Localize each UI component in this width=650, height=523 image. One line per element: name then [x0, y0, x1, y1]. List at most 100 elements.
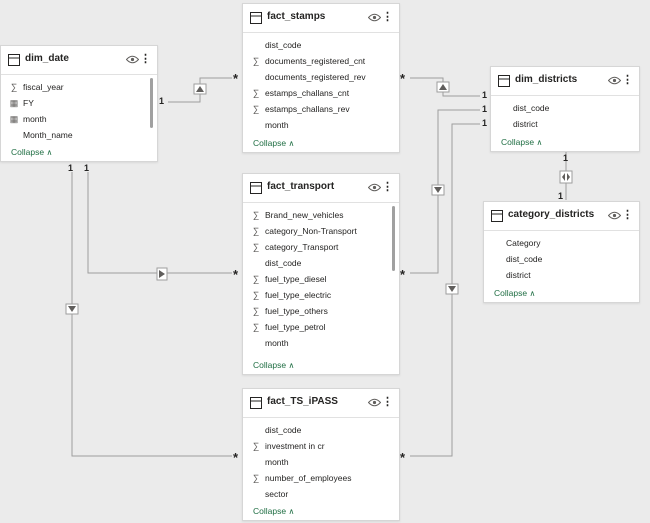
table-card-fact-stamps[interactable]: fact_stamps ⋮ dist_code ∑ documents_regis…: [242, 3, 400, 153]
more-options-icon[interactable]: ⋮: [140, 52, 151, 66]
field-row[interactable]: ▦ FY: [1, 95, 157, 111]
eye-icon[interactable]: [368, 398, 381, 407]
field-list: dist_code district: [491, 96, 639, 132]
model-canvas[interactable]: 1 * * 1 1 1 * * * * 1 1 1 1 dim_date ⋮ ∑…: [0, 0, 650, 523]
field-name: dist_code: [265, 425, 302, 435]
field-name: Brand_new_vehicles: [265, 210, 344, 220]
table-header[interactable]: fact_transport ⋮: [243, 174, 399, 203]
one-mark: 1: [482, 118, 488, 128]
field-row[interactable]: month: [243, 117, 399, 133]
sigma-icon: ∑: [252, 56, 260, 66]
more-options-icon[interactable]: ⋮: [382, 10, 393, 24]
field-row[interactable]: ▦ month: [1, 111, 157, 127]
field-row[interactable]: dist_code: [243, 255, 399, 271]
table-title: fact_transport: [267, 181, 335, 192]
chevron-up-icon: ∧: [536, 138, 543, 147]
table-icon: [250, 397, 262, 409]
field-name: district: [513, 119, 538, 129]
field-row[interactable]: ∑ category_Transport: [243, 239, 399, 255]
field-name: dist_code: [513, 103, 550, 113]
eye-icon[interactable]: [368, 183, 381, 192]
field-row[interactable]: dist_code: [484, 251, 639, 267]
many-mark: *: [233, 267, 239, 282]
one-mark: 1: [68, 163, 74, 173]
field-row[interactable]: documents_registered_rev: [243, 69, 399, 85]
collapse-button[interactable]: Collapse ∧: [253, 506, 294, 516]
scrollbar[interactable]: [150, 78, 153, 128]
more-options-icon[interactable]: ⋮: [382, 180, 393, 194]
sigma-icon: ∑: [252, 242, 260, 252]
table-icon: [250, 182, 262, 194]
field-row[interactable]: ∑ fuel_type_diesel: [243, 271, 399, 287]
field-row[interactable]: ∑ fiscal_year: [1, 79, 157, 95]
field-name: FY: [23, 98, 34, 108]
field-row[interactable]: dist_code: [243, 37, 399, 53]
field-name: month: [265, 120, 289, 130]
field-row[interactable]: ∑ fuel_type_petrol: [243, 319, 399, 335]
field-row[interactable]: ∑ category_Non-Transport: [243, 223, 399, 239]
field-row[interactable]: district: [484, 267, 639, 283]
more-options-icon[interactable]: ⋮: [622, 73, 633, 87]
field-row[interactable]: ∑ estamps_challans_cnt: [243, 85, 399, 101]
table-title: fact_TS_iPASS: [267, 396, 338, 407]
field-list: ∑ fiscal_year ▦ FY ▦ month Month_name: [1, 75, 157, 143]
field-name: Category: [506, 238, 541, 248]
field-row[interactable]: ∑ number_of_employees: [243, 470, 399, 486]
field-row[interactable]: ∑ Brand_new_vehicles: [243, 207, 399, 223]
table-card-category-districts[interactable]: category_districts ⋮ Category dist_code …: [483, 201, 640, 303]
scrollbar[interactable]: [392, 206, 395, 271]
field-row[interactable]: ∑ fuel_type_others: [243, 303, 399, 319]
table-card-fact-ts-ipass[interactable]: fact_TS_iPASS ⋮ dist_code ∑ investment in…: [242, 388, 400, 521]
field-row[interactable]: district: [491, 116, 639, 132]
table-card-dim-districts[interactable]: dim_districts ⋮ dist_code district Colla…: [490, 66, 640, 152]
more-options-icon[interactable]: ⋮: [382, 395, 393, 409]
table-icon: [498, 75, 510, 87]
many-mark: *: [233, 450, 239, 465]
one-mark: 1: [482, 90, 488, 100]
one-mark: 1: [558, 191, 564, 201]
field-row[interactable]: ∑ fuel_type_electric: [243, 287, 399, 303]
sigma-icon: ∑: [252, 306, 260, 316]
field-name: month: [265, 457, 289, 467]
eye-icon[interactable]: [608, 76, 621, 85]
collapse-button[interactable]: Collapse ∧: [11, 147, 52, 157]
field-row[interactable]: month: [243, 335, 399, 351]
field-row[interactable]: sector: [243, 486, 399, 502]
table-header[interactable]: dim_districts ⋮: [491, 67, 639, 96]
many-mark: *: [400, 267, 406, 282]
field-row[interactable]: ∑ documents_registered_cnt: [243, 53, 399, 69]
table-card-fact-transport[interactable]: fact_transport ⋮ ∑ Brand_new_vehicles ∑ ca…: [242, 173, 400, 375]
field-name: fiscal_year: [23, 82, 64, 92]
field-name: estamps_challans_cnt: [265, 88, 350, 98]
field-row[interactable]: Category: [484, 235, 639, 251]
collapse-button[interactable]: Collapse ∧: [501, 137, 542, 147]
table-header[interactable]: category_districts ⋮: [484, 202, 639, 231]
chevron-up-icon: ∧: [288, 361, 295, 370]
one-mark: 1: [159, 96, 165, 106]
table-icon: [491, 210, 503, 222]
table-header[interactable]: fact_stamps ⋮: [243, 4, 399, 33]
sigma-icon: ∑: [252, 274, 260, 284]
field-name: fuel_type_petrol: [265, 322, 326, 332]
field-row[interactable]: dist_code: [243, 422, 399, 438]
one-mark: 1: [84, 163, 90, 173]
eye-icon[interactable]: [368, 13, 381, 22]
table-header[interactable]: fact_TS_iPASS ⋮: [243, 389, 399, 418]
collapse-button[interactable]: Collapse ∧: [494, 288, 535, 298]
calendar-icon: ▦: [9, 98, 19, 108]
field-row[interactable]: Month_name: [1, 127, 157, 143]
more-options-icon[interactable]: ⋮: [622, 208, 633, 222]
collapse-button[interactable]: Collapse ∧: [253, 138, 294, 148]
field-name: category_Transport: [265, 242, 339, 252]
table-header[interactable]: dim_date ⋮: [1, 46, 157, 75]
eye-icon[interactable]: [126, 55, 139, 64]
field-name: estamps_challans_rev: [265, 104, 350, 114]
table-card-dim-date[interactable]: dim_date ⋮ ∑ fiscal_year ▦ FY ▦ month Month…: [0, 45, 158, 162]
field-row[interactable]: ∑ estamps_challans_rev: [243, 101, 399, 117]
field-row[interactable]: ∑ investment in cr: [243, 438, 399, 454]
field-row[interactable]: dist_code: [491, 100, 639, 116]
table-title: fact_stamps: [267, 11, 326, 22]
eye-icon[interactable]: [608, 211, 621, 220]
field-row[interactable]: month: [243, 454, 399, 470]
collapse-button[interactable]: Collapse ∧: [253, 360, 294, 370]
